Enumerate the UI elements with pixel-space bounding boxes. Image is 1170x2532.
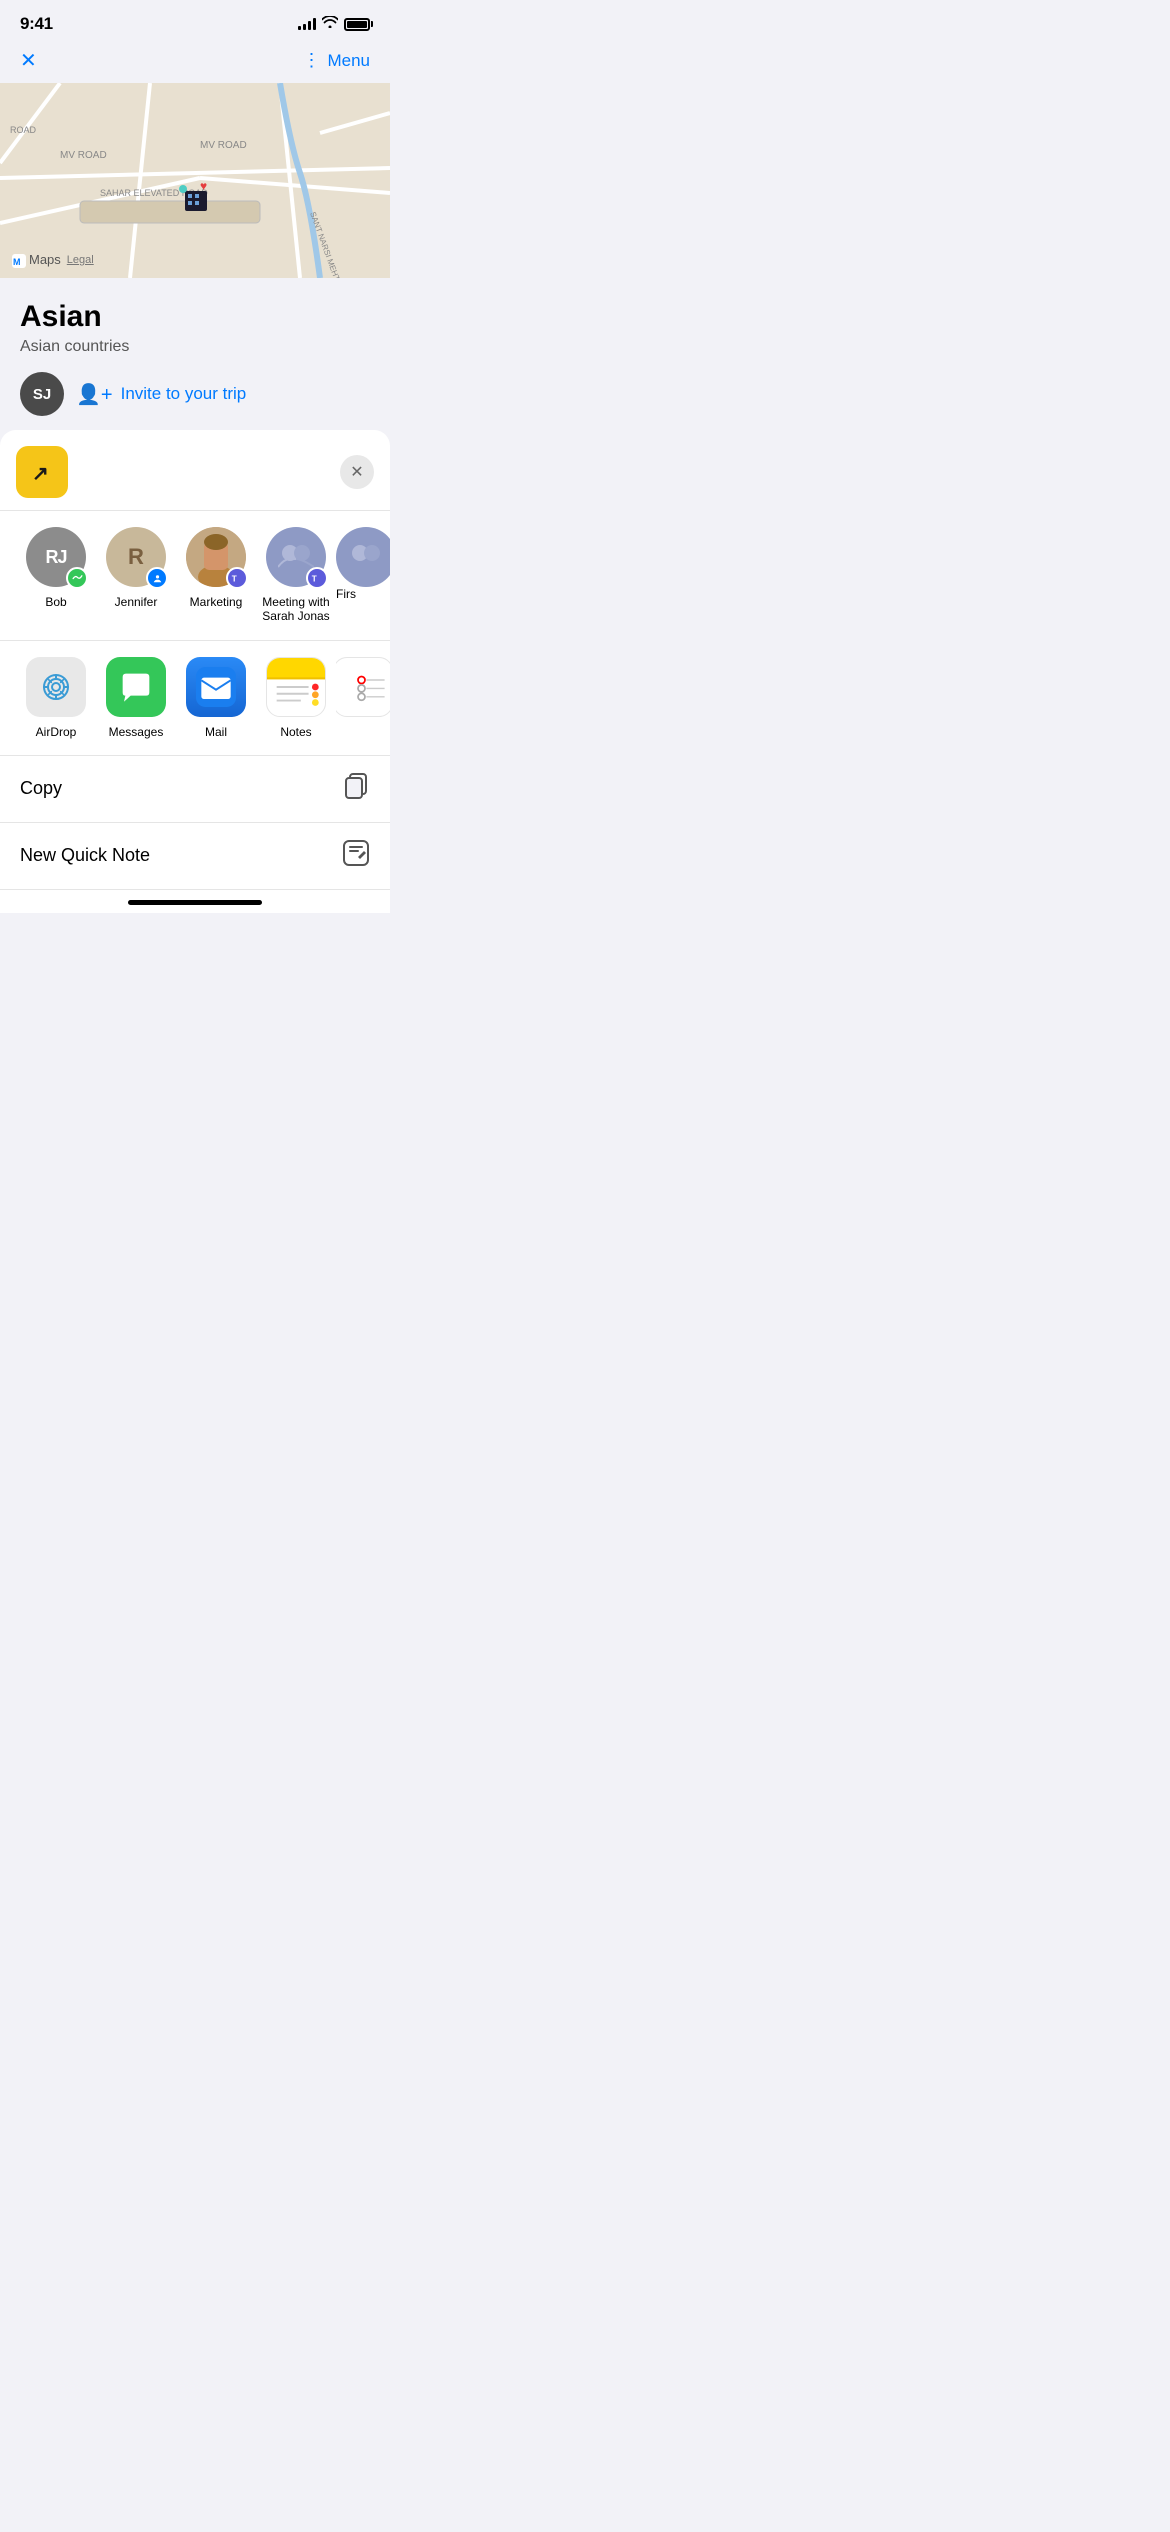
bob-avatar: RJ [26, 527, 86, 587]
meeting-sarah-label: Meeting withSarah Jonas [262, 595, 329, 624]
meeting-avatar: T [266, 527, 326, 587]
top-nav: ✕ ⋮ Menu [0, 42, 390, 83]
share-sheet: ↗ ✕ RJ Bob R Jennifer [0, 430, 390, 913]
contact-jennifer[interactable]: R Jennifer [96, 527, 176, 624]
copy-action[interactable]: Copy [0, 756, 390, 823]
airdrop-icon [26, 657, 86, 717]
close-icon: ✕ [350, 462, 363, 482]
app-reminders-partial[interactable] [336, 657, 390, 739]
maps-legal-link[interactable]: Legal [67, 254, 94, 266]
signal-icon [298, 18, 316, 30]
app-airdrop[interactable]: AirDrop [16, 657, 96, 739]
maps-logo: M Maps [12, 252, 61, 268]
menu-button[interactable]: ⋮ Menu [302, 50, 370, 71]
status-time: 9:41 [20, 14, 53, 34]
copy-icon [342, 772, 370, 806]
app-notes[interactable]: Notes [256, 657, 336, 739]
svg-text:♥: ♥ [200, 179, 207, 193]
partial-contact-label: Firs [336, 587, 356, 601]
notes-icon [266, 657, 326, 717]
svg-text:T: T [312, 575, 317, 584]
location-actions: SJ 👤+ Invite to your trip [20, 372, 370, 416]
wifi-icon [322, 15, 338, 33]
home-bar [128, 900, 262, 905]
location-info: Asian Asian countries SJ 👤+ Invite to yo… [0, 278, 390, 430]
contact-bob[interactable]: RJ Bob [16, 527, 96, 624]
new-quick-note-action[interactable]: New Quick Note [0, 823, 390, 890]
notes-label: Notes [280, 725, 311, 739]
svg-text:↗: ↗ [32, 463, 49, 485]
jennifer-label: Jennifer [115, 595, 158, 609]
contact-partial[interactable]: Firs [336, 527, 390, 624]
messages-label: Messages [109, 725, 164, 739]
svg-text:M: M [13, 257, 21, 267]
airdrop-label: AirDrop [36, 725, 77, 739]
contacts-row: RJ Bob R Jennifer [0, 511, 390, 641]
bob-label: Bob [45, 595, 66, 609]
home-indicator [0, 890, 390, 913]
quick-note-icon [342, 839, 370, 873]
svg-text:ROAD: ROAD [10, 125, 37, 135]
reminders-icon [336, 657, 390, 717]
location-subtitle: Asian countries [20, 338, 370, 356]
contact-meeting-sarah[interactable]: T Meeting withSarah Jonas [256, 527, 336, 624]
svg-text:MV ROAD: MV ROAD [60, 150, 107, 161]
mail-label: Mail [205, 725, 227, 739]
share-app-icon: ↗ [16, 446, 68, 498]
status-bar: 9:41 [0, 0, 390, 42]
messages-icon [106, 657, 166, 717]
marketing-label: Marketing [190, 595, 243, 609]
contact-marketing[interactable]: T Marketing [176, 527, 256, 624]
svg-text:T: T [232, 575, 237, 584]
invite-label: Invite to your trip [121, 384, 247, 404]
location-name: Asian [20, 300, 370, 334]
marketing-avatar: T [186, 527, 246, 587]
svg-text:MV ROAD: MV ROAD [200, 140, 247, 151]
close-button[interactable]: ✕ [20, 51, 37, 71]
share-close-button[interactable]: ✕ [340, 455, 374, 489]
app-mail[interactable]: Mail [176, 657, 256, 739]
menu-dots-icon: ⋮ [302, 50, 321, 71]
copy-label: Copy [20, 778, 62, 799]
add-person-icon: 👤+ [76, 382, 113, 407]
invite-button[interactable]: 👤+ Invite to your trip [76, 382, 246, 407]
new-quick-note-label: New Quick Note [20, 845, 150, 866]
share-header: ↗ ✕ [0, 430, 390, 511]
map-label: M Maps Legal [12, 252, 94, 268]
apps-row: AirDrop Messages Mail [0, 641, 390, 756]
battery-icon [344, 18, 370, 31]
map-view[interactable]: MV ROAD MV ROAD SAHAR ELEVATED ROAD SANT… [0, 83, 390, 278]
mail-icon [186, 657, 246, 717]
menu-label: Menu [327, 51, 370, 71]
status-icons [298, 15, 370, 33]
app-messages[interactable]: Messages [96, 657, 176, 739]
user-avatar: SJ [20, 372, 64, 416]
jennifer-avatar: R [106, 527, 166, 587]
